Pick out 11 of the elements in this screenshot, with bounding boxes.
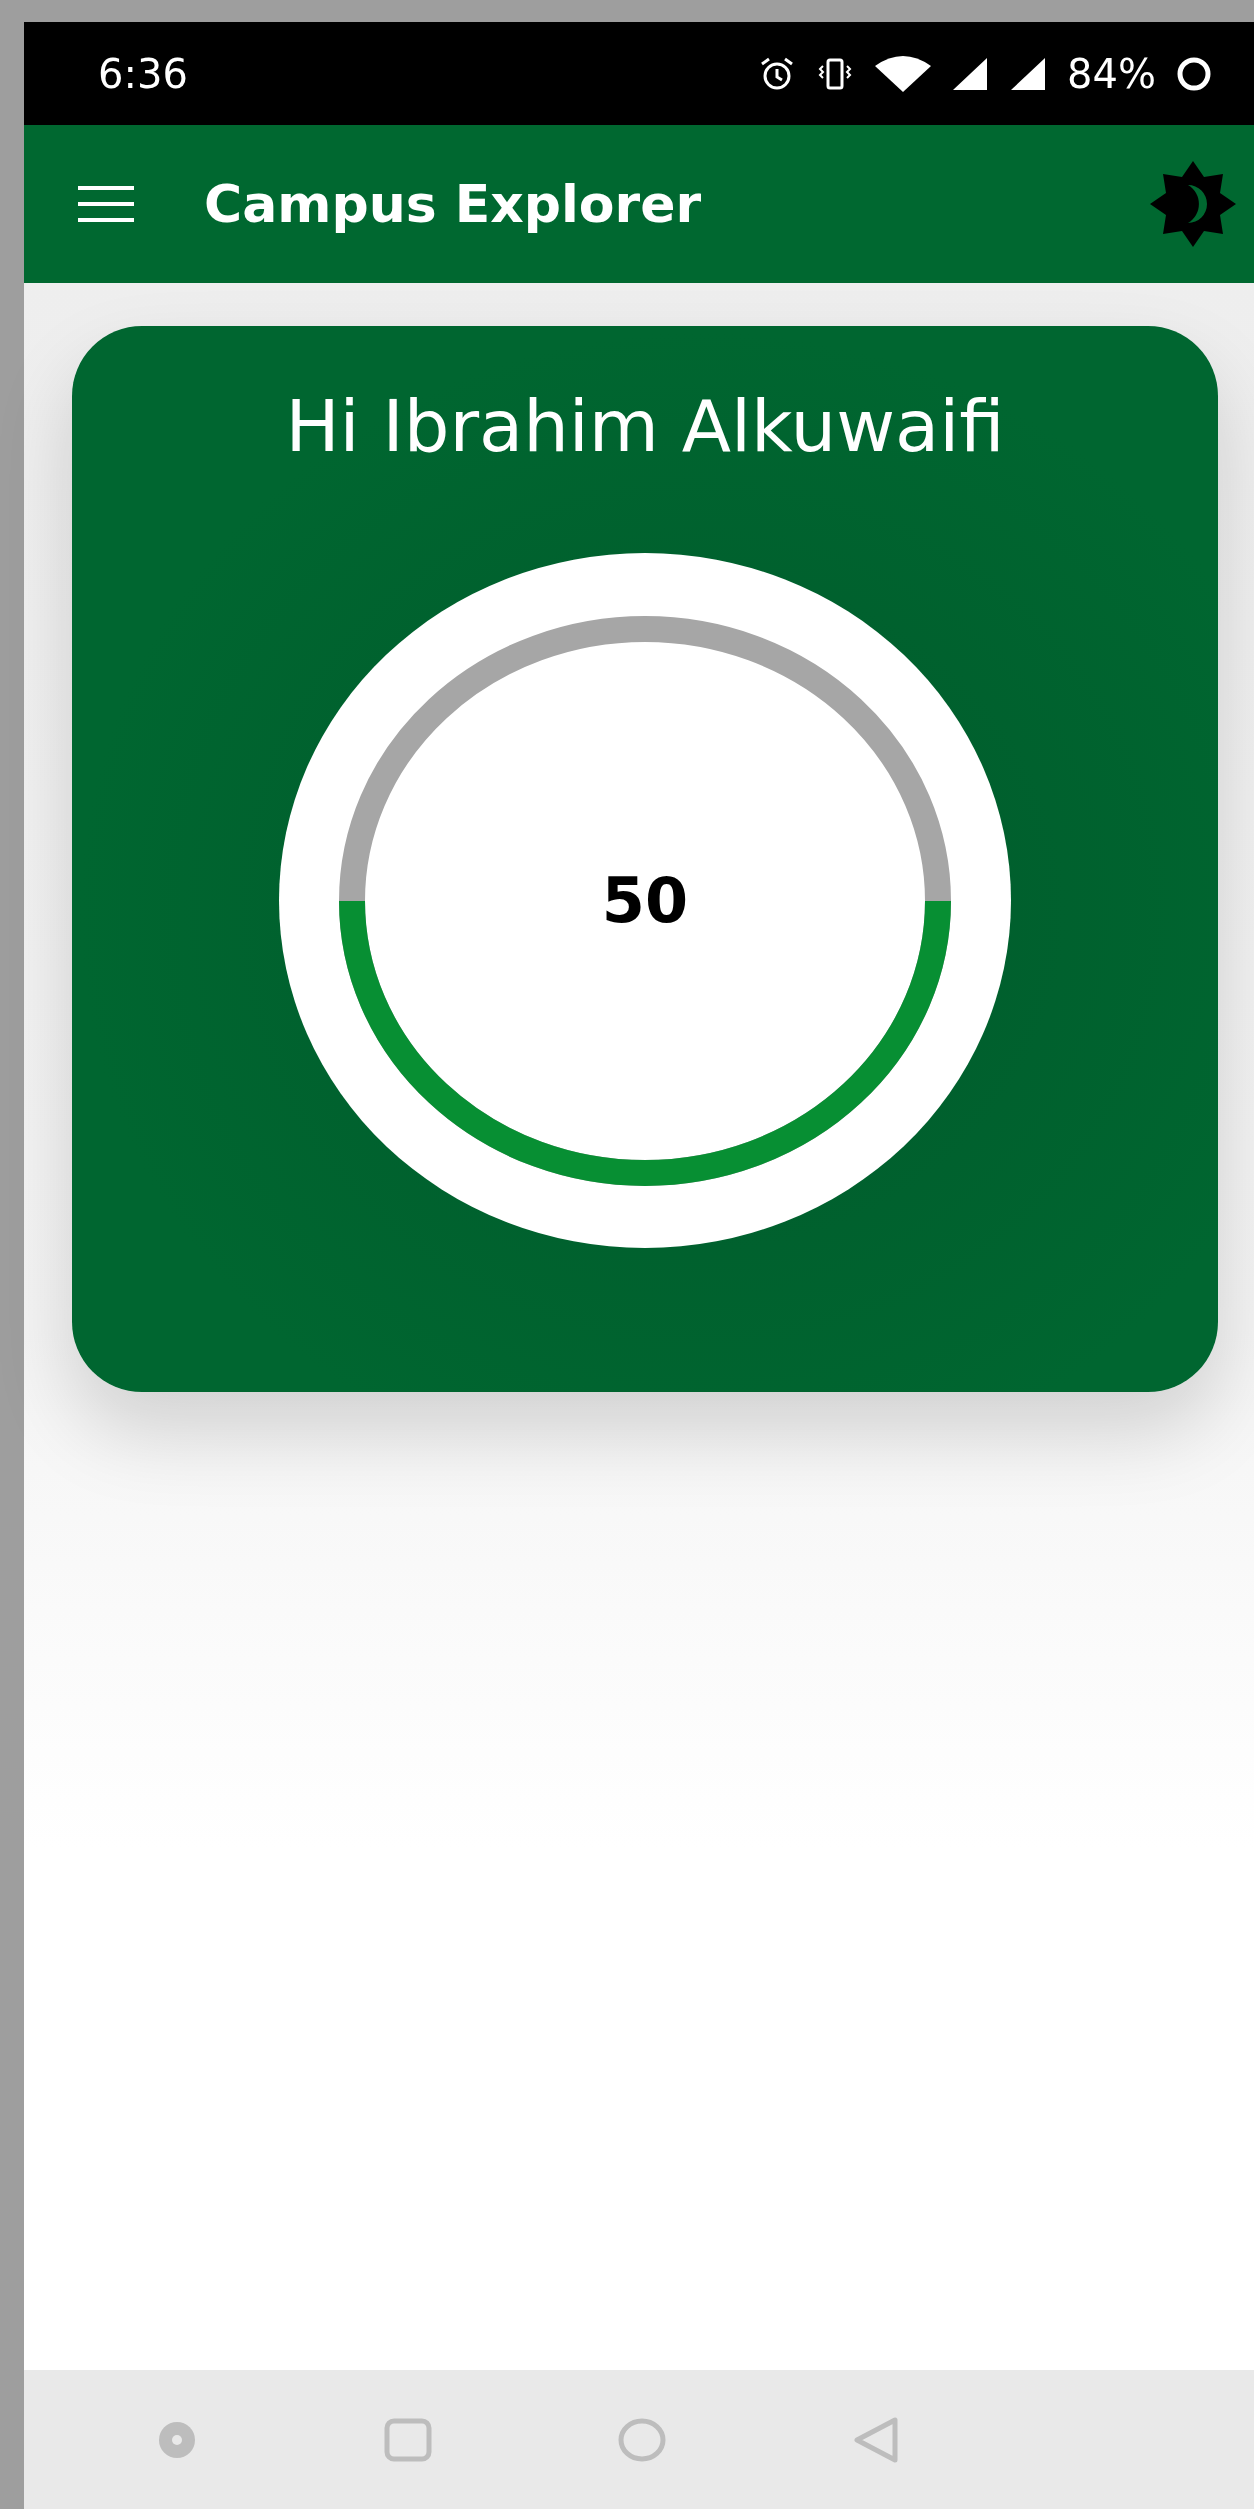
battery-percentage: 84%: [1067, 50, 1156, 97]
home-icon[interactable]: [618, 2417, 667, 2462]
theme-toggle-icon[interactable]: [1148, 159, 1238, 249]
dot-icon[interactable]: [157, 2419, 198, 2460]
recents-icon[interactable]: [383, 2417, 432, 2462]
back-icon[interactable]: [852, 2415, 901, 2464]
greeting-text: Hi Ibrahim Alkuwaifi: [285, 384, 1005, 468]
clock-time: 6:36: [98, 50, 188, 97]
menu-icon[interactable]: [78, 184, 134, 224]
gauge-value: 50: [601, 864, 689, 937]
app-title: Campus Explorer: [204, 174, 703, 234]
